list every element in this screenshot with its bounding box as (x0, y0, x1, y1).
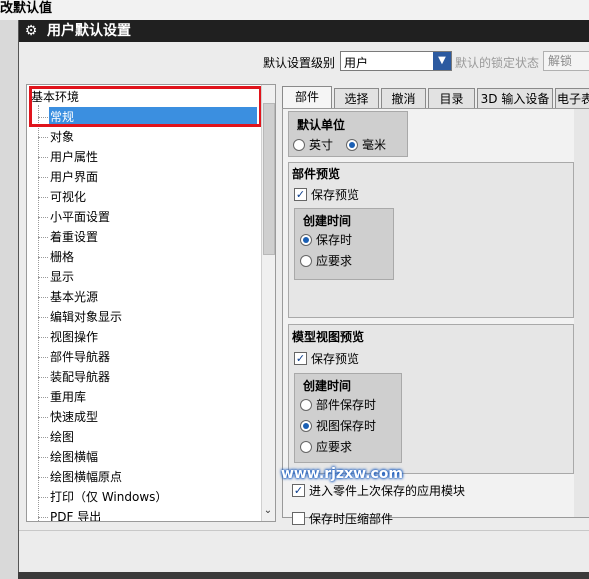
save-preview-label: 保存预览 (311, 188, 360, 202)
lock-status-label: 默认的锁定状态 (455, 56, 540, 70)
tree-item[interactable]: 打印（仅 Windows） (37, 487, 167, 507)
tree-item[interactable]: 可视化 (37, 187, 86, 207)
dialog-bottom-bar (19, 530, 589, 569)
model-create-time-group: 创建时间 部件保存时 视图保存时 应要求 (294, 373, 402, 463)
part-on-save-label: 部件保存时 (316, 398, 377, 412)
tree-item[interactable]: 基本光源 (37, 287, 98, 307)
tree-item[interactable]: 编辑对象显示 (37, 307, 122, 327)
watermark-text: www.rjzxw.com (281, 466, 403, 482)
tree-item[interactable]: PDF 导出 (37, 507, 101, 521)
create-time-title: 创建时间 (303, 214, 352, 228)
part-on-save-radio[interactable] (300, 399, 312, 411)
level-label: 默认设置级别 (263, 56, 336, 70)
unit-mm-label: 毫米 (362, 138, 387, 152)
tree-item[interactable]: 绘图 (37, 427, 74, 447)
on-save-radio[interactable] (300, 234, 312, 246)
tree-item[interactable]: 部件导航器 (37, 347, 110, 367)
level-select-value: 用户 (344, 56, 369, 70)
tree-item[interactable]: 装配导航器 (37, 367, 110, 387)
tree-item[interactable]: 绘图横幅原点 (37, 467, 122, 487)
units-title: 默认单位 (297, 118, 346, 132)
tree-item[interactable]: 快速成型 (37, 407, 98, 427)
background-window-title: 改默认值 (0, 0, 589, 20)
tree-item[interactable]: 小平面设置 (37, 207, 110, 227)
bottom-edge (18, 572, 589, 579)
chevron-down-icon[interactable]: ▼ (433, 52, 451, 70)
red-annotation-box (29, 86, 262, 127)
tree-scroll-thumb[interactable] (263, 103, 275, 255)
view-on-save-radio[interactable] (300, 420, 312, 432)
on-demand-radio[interactable] (300, 255, 312, 267)
on-save-label: 保存时 (316, 233, 353, 247)
enter-last-module-checkbox[interactable]: ✓ (292, 484, 305, 497)
compress-on-save-checkbox[interactable] (292, 512, 305, 525)
dialog-titlebar[interactable]: ⚙ 用户默认设置 (19, 20, 589, 42)
tab-item[interactable]: 目录 (428, 88, 475, 108)
create-time-title-2: 创建时间 (303, 379, 352, 393)
save-preview-checkbox[interactable]: ✓ (294, 188, 307, 201)
tree-item[interactable]: 视图操作 (37, 327, 98, 347)
gear-icon[interactable]: ⚙ (23, 23, 39, 39)
part-preview-title: 部件预览 (292, 167, 341, 181)
model-view-preview-group: 模型视图预览 ✓ 保存预览 创建时间 部件保存时 视图保存时 应要求 (288, 324, 574, 474)
on-demand-radio-2[interactable] (300, 441, 312, 453)
tab-item[interactable]: 3D 输入设备 (477, 88, 553, 108)
tree-item[interactable]: 对象 (37, 127, 74, 147)
category-tree[interactable]: 基本环境 常规 对象 用户属性 用户界面 可视化 小平面设置 着重设置 栅格 显示 基本光源 编辑对… (26, 84, 276, 522)
units-group: 默认单位 英寸 毫米 (288, 111, 408, 157)
unit-inch-radio[interactable] (293, 139, 305, 151)
part-preview-group: 部件预览 ✓ 保存预览 创建时间 保存时 应要求 (288, 162, 574, 318)
unit-mm-radio[interactable] (346, 139, 358, 151)
dialog-title: 用户默认设置 (47, 23, 131, 39)
tree-item[interactable]: 着重设置 (37, 227, 98, 247)
enter-last-module-label: 进入零件上次保存的应用模块 (309, 484, 466, 498)
background-left-strip (0, 20, 18, 579)
tree-item[interactable]: 用户界面 (37, 167, 98, 187)
settings-panel: 默认单位 英寸 毫米 部件预览 ✓ 保存预览 创建时间 保存时 应要求 模型视图… (282, 108, 589, 526)
save-preview-label-2: 保存预览 (311, 352, 360, 366)
tree-item[interactable]: 绘图横幅 (37, 447, 98, 467)
level-select[interactable]: 用户 ▼ (340, 51, 452, 71)
tab-item[interactable]: 撤消 (381, 88, 426, 108)
tree-item[interactable]: 用户属性 (37, 147, 98, 167)
panel-scrollbar[interactable] (574, 109, 589, 517)
tab-item[interactable]: 部件 (282, 86, 332, 109)
tree-item[interactable]: 栅格 (37, 247, 74, 267)
tree-item[interactable]: 重用库 (37, 387, 86, 407)
part-create-time-group: 创建时间 保存时 应要求 (294, 208, 394, 280)
tree-connector (38, 105, 39, 521)
user-defaults-dialog: ⚙ 用户默认设置 默认设置级别 用户 ▼ 默认的锁定状态 解锁 基本环境 常规对… (18, 20, 589, 572)
on-demand-label-2: 应要求 (316, 440, 353, 454)
tree-item[interactable]: 显示 (37, 267, 74, 287)
lock-status-select: 解锁 (543, 51, 589, 71)
model-preview-title: 模型视图预览 (292, 330, 365, 344)
save-preview-checkbox-2[interactable]: ✓ (294, 352, 307, 365)
unit-inch-label: 英寸 (309, 138, 334, 152)
tab-item[interactable]: 电子表 (555, 88, 589, 108)
tab-item[interactable]: 选择 (334, 88, 379, 108)
chevron-down-icon[interactable]: ⌄ (262, 505, 274, 519)
view-on-save-label: 视图保存时 (316, 419, 377, 433)
compress-on-save-label: 保存时压缩部件 (309, 512, 394, 526)
on-demand-label: 应要求 (316, 254, 353, 268)
